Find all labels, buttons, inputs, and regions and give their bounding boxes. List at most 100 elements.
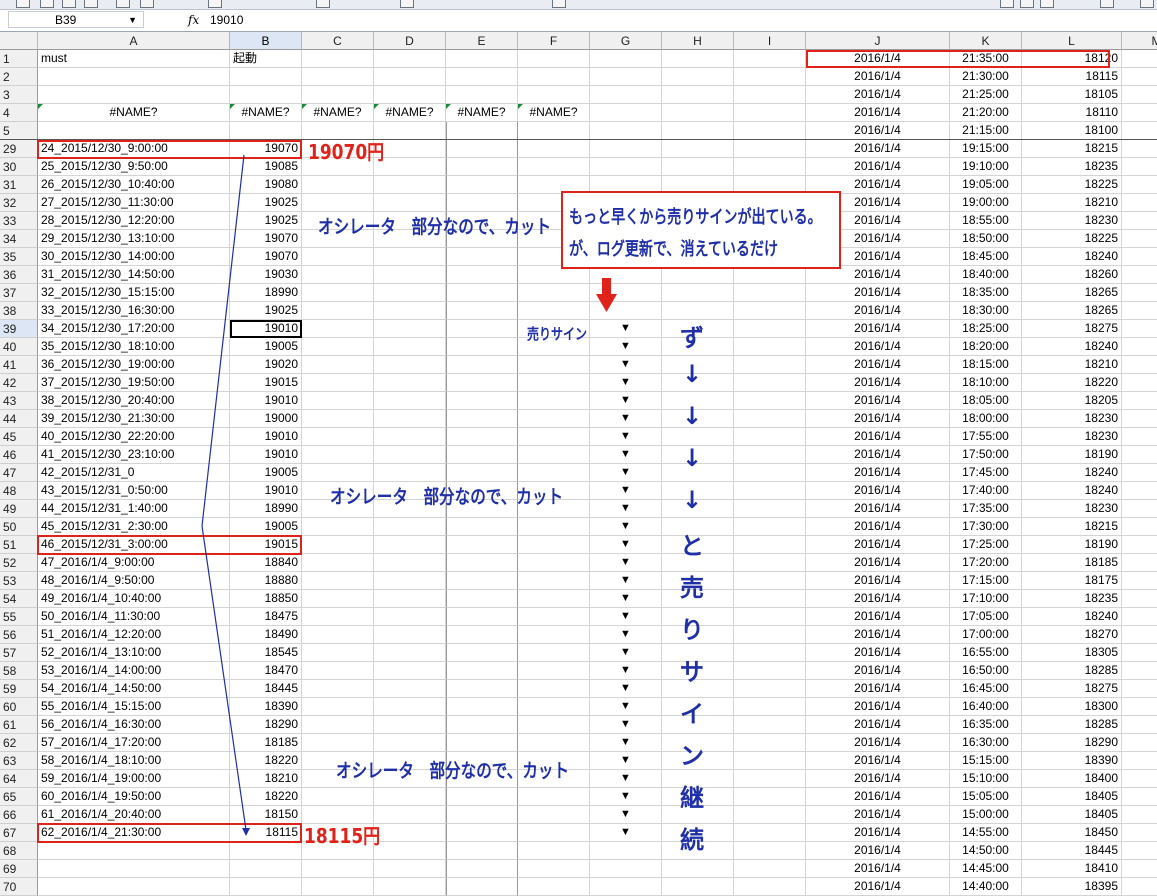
row-header-55[interactable]: 55 bbox=[0, 608, 38, 626]
cell-g55[interactable]: ▼ bbox=[590, 608, 662, 626]
cell-k33[interactable]: 18:55:00 bbox=[950, 212, 1022, 230]
column-header-g[interactable]: G bbox=[590, 32, 662, 50]
cell-g54[interactable]: ▼ bbox=[590, 590, 662, 608]
column-header-b[interactable]: B bbox=[230, 32, 302, 50]
cell-e38[interactable] bbox=[446, 302, 518, 320]
cell-a53[interactable]: 48_2016/1/4_9:50:00 bbox=[38, 572, 230, 590]
cell-i56[interactable] bbox=[734, 626, 806, 644]
cell-e40[interactable] bbox=[446, 338, 518, 356]
cell-m63[interactable] bbox=[1122, 752, 1157, 770]
cell-m38[interactable] bbox=[1122, 302, 1157, 320]
row-header-66[interactable]: 66 bbox=[0, 806, 38, 824]
cell-i62[interactable] bbox=[734, 734, 806, 752]
cell-m67[interactable] bbox=[1122, 824, 1157, 842]
cell-d4[interactable]: #NAME? bbox=[374, 104, 446, 122]
cell-k63[interactable]: 15:15:00 bbox=[950, 752, 1022, 770]
cell-g42[interactable]: ▼ bbox=[590, 374, 662, 392]
cell-f66[interactable] bbox=[518, 806, 590, 824]
cell-a31[interactable]: 26_2015/12/30_10:40:00 bbox=[38, 176, 230, 194]
cell-i60[interactable] bbox=[734, 698, 806, 716]
cell-m68[interactable] bbox=[1122, 842, 1157, 860]
row-header-36[interactable]: 36 bbox=[0, 266, 38, 284]
cell-f52[interactable] bbox=[518, 554, 590, 572]
cell-m62[interactable] bbox=[1122, 734, 1157, 752]
row-header-49[interactable]: 49 bbox=[0, 500, 38, 518]
cell-l59[interactable]: 18275 bbox=[1022, 680, 1122, 698]
cell-e42[interactable] bbox=[446, 374, 518, 392]
cell-b40[interactable]: 19005 bbox=[230, 338, 302, 356]
cell-f53[interactable] bbox=[518, 572, 590, 590]
cell-e67[interactable] bbox=[446, 824, 518, 842]
cell-d59[interactable] bbox=[374, 680, 446, 698]
cell-a33[interactable]: 28_2015/12/30_12:20:00 bbox=[38, 212, 230, 230]
column-header-c[interactable]: C bbox=[302, 32, 374, 50]
cell-f29[interactable] bbox=[518, 140, 590, 158]
cell-k45[interactable]: 17:55:00 bbox=[950, 428, 1022, 446]
cut-icon[interactable] bbox=[116, 0, 130, 8]
cell-j57[interactable]: 2016/1/4 bbox=[806, 644, 950, 662]
cell-l37[interactable]: 18265 bbox=[1022, 284, 1122, 302]
cell-f69[interactable] bbox=[518, 860, 590, 878]
cell-d31[interactable] bbox=[374, 176, 446, 194]
cell-e47[interactable] bbox=[446, 464, 518, 482]
cell-d57[interactable] bbox=[374, 644, 446, 662]
cell-m58[interactable] bbox=[1122, 662, 1157, 680]
cell-i39[interactable] bbox=[734, 320, 806, 338]
cell-c36[interactable] bbox=[302, 266, 374, 284]
cell-c43[interactable] bbox=[302, 392, 374, 410]
cell-k1[interactable]: 21:35:00 bbox=[950, 50, 1022, 68]
row-header-30[interactable]: 30 bbox=[0, 158, 38, 176]
cell-a64[interactable]: 59_2016/1/4_19:00:00 bbox=[38, 770, 230, 788]
cell-g43[interactable]: ▼ bbox=[590, 392, 662, 410]
cell-l54[interactable]: 18235 bbox=[1022, 590, 1122, 608]
row-header-38[interactable]: 38 bbox=[0, 302, 38, 320]
cell-m69[interactable] bbox=[1122, 860, 1157, 878]
cell-g50[interactable]: ▼ bbox=[590, 518, 662, 536]
cell-b53[interactable]: 18880 bbox=[230, 572, 302, 590]
cell-c58[interactable] bbox=[302, 662, 374, 680]
cell-l47[interactable]: 18240 bbox=[1022, 464, 1122, 482]
cell-l63[interactable]: 18390 bbox=[1022, 752, 1122, 770]
cell-k51[interactable]: 17:25:00 bbox=[950, 536, 1022, 554]
cell-m29[interactable] bbox=[1122, 140, 1157, 158]
cell-l62[interactable]: 18290 bbox=[1022, 734, 1122, 752]
cell-m52[interactable] bbox=[1122, 554, 1157, 572]
cell-l2[interactable]: 18115 bbox=[1022, 68, 1122, 86]
cell-a36[interactable]: 31_2015/12/30_14:50:00 bbox=[38, 266, 230, 284]
cell-g62[interactable]: ▼ bbox=[590, 734, 662, 752]
row-header-60[interactable]: 60 bbox=[0, 698, 38, 716]
cell-l68[interactable]: 18445 bbox=[1022, 842, 1122, 860]
cell-g69[interactable] bbox=[590, 860, 662, 878]
cell-i70[interactable] bbox=[734, 878, 806, 896]
row-header-64[interactable]: 64 bbox=[0, 770, 38, 788]
row-header-50[interactable]: 50 bbox=[0, 518, 38, 536]
cell-d53[interactable] bbox=[374, 572, 446, 590]
cell-i43[interactable] bbox=[734, 392, 806, 410]
cell-a49[interactable]: 44_2015/12/31_1:40:00 bbox=[38, 500, 230, 518]
cell-l50[interactable]: 18215 bbox=[1022, 518, 1122, 536]
cell-d2[interactable] bbox=[374, 68, 446, 86]
cell-d39[interactable] bbox=[374, 320, 446, 338]
cell-i51[interactable] bbox=[734, 536, 806, 554]
cell-b52[interactable]: 18840 bbox=[230, 554, 302, 572]
cell-d44[interactable] bbox=[374, 410, 446, 428]
cell-m61[interactable] bbox=[1122, 716, 1157, 734]
cell-j47[interactable]: 2016/1/4 bbox=[806, 464, 950, 482]
cell-d37[interactable] bbox=[374, 284, 446, 302]
cell-e61[interactable] bbox=[446, 716, 518, 734]
cell-e31[interactable] bbox=[446, 176, 518, 194]
cell-f65[interactable] bbox=[518, 788, 590, 806]
cell-l31[interactable]: 18225 bbox=[1022, 176, 1122, 194]
cell-j58[interactable]: 2016/1/4 bbox=[806, 662, 950, 680]
cell-l49[interactable]: 18230 bbox=[1022, 500, 1122, 518]
cell-f41[interactable] bbox=[518, 356, 590, 374]
cell-f42[interactable] bbox=[518, 374, 590, 392]
cell-i54[interactable] bbox=[734, 590, 806, 608]
cell-c41[interactable] bbox=[302, 356, 374, 374]
cell-i30[interactable] bbox=[734, 158, 806, 176]
cell-j54[interactable]: 2016/1/4 bbox=[806, 590, 950, 608]
cell-j43[interactable]: 2016/1/4 bbox=[806, 392, 950, 410]
cell-j44[interactable]: 2016/1/4 bbox=[806, 410, 950, 428]
cell-l44[interactable]: 18230 bbox=[1022, 410, 1122, 428]
cell-j70[interactable]: 2016/1/4 bbox=[806, 878, 950, 896]
